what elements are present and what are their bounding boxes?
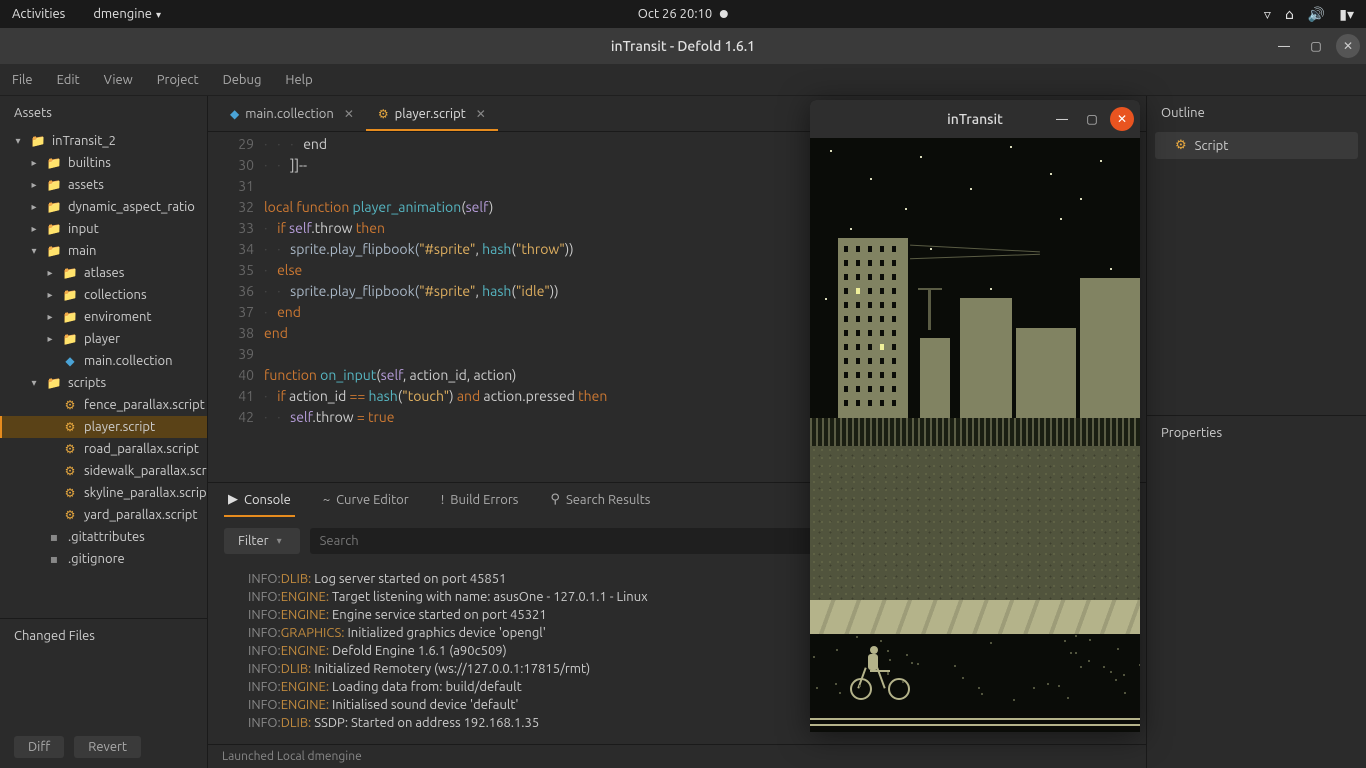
bottom-tab-build-errors[interactable]: !Build Errors — [437, 485, 523, 517]
tree-item-builtins[interactable]: ▸📁builtins — [0, 152, 207, 174]
player-cyclist-icon — [850, 642, 910, 700]
tree-item-scripts[interactable]: ▾📁scripts — [0, 372, 207, 394]
fence — [810, 418, 1140, 446]
changed-files-panel: Changed Files Diff Revert — [0, 618, 207, 768]
outline-item-label: Script — [1195, 139, 1229, 153]
assets-tree[interactable]: ▾📁inTransit_2▸📁builtins▸📁assets▸📁dynamic… — [0, 130, 207, 618]
tree-item-assets[interactable]: ▸📁assets — [0, 174, 207, 196]
tree-item-input[interactable]: ▸📁input — [0, 218, 207, 240]
tab-player-script[interactable]: ⚙player.script✕ — [366, 99, 498, 131]
outline-header: Outline — [1147, 96, 1366, 130]
wifi-icon[interactable]: ▿ — [1264, 6, 1271, 23]
tree-item-collections[interactable]: ▸📁collections — [0, 284, 207, 306]
grass — [810, 446, 1140, 600]
tree-item--gitignore[interactable]: ▪.gitignore — [0, 548, 207, 570]
activities-button[interactable]: Activities — [12, 7, 65, 21]
tree-item-sidewalk-parallax-scr[interactable]: ⚙sidewalk_parallax.scr — [0, 460, 207, 482]
game-window[interactable]: inTransit — ▢ ✕ — [810, 100, 1140, 732]
minimize-button[interactable]: — — [1272, 34, 1296, 58]
system-panel: Activities dmengine Oct 26 20:10 ▿ ⌂ 🔊 ▮… — [0, 0, 1366, 28]
tree-item-player[interactable]: ▸📁player — [0, 328, 207, 350]
menu-file[interactable]: File — [12, 73, 33, 87]
tree-item-yard-parallax-script[interactable]: ⚙yard_parallax.script — [0, 504, 207, 526]
tree-item-road-parallax-script[interactable]: ⚙road_parallax.script — [0, 438, 207, 460]
line-gutter: 2930313233343536373839404142 — [208, 132, 264, 482]
menu-project[interactable]: Project — [157, 73, 199, 87]
tree-item-player-script[interactable]: ⚙player.script — [0, 416, 207, 438]
changed-files-header: Changed Files — [14, 629, 193, 643]
tree-item-enviroment[interactable]: ▸📁enviroment — [0, 306, 207, 328]
game-minimize-button[interactable]: — — [1050, 107, 1074, 131]
window-title: inTransit - Defold 1.6.1 — [611, 38, 755, 54]
buildings — [810, 198, 1140, 418]
game-titlebar[interactable]: inTransit — ▢ ✕ — [810, 100, 1140, 138]
menubar: File Edit View Project Debug Help — [0, 64, 1366, 96]
game-close-button[interactable]: ✕ — [1110, 107, 1134, 131]
clock[interactable]: Oct 26 20:10 — [638, 7, 712, 21]
assets-header: Assets — [0, 96, 207, 130]
tree-item-skyline-parallax-scrip[interactable]: ⚙skyline_parallax.scrip — [0, 482, 207, 504]
bottom-tab-search-results[interactable]: ⚲Search Results — [546, 484, 654, 517]
road — [810, 634, 1140, 732]
menu-edit[interactable]: Edit — [57, 73, 80, 87]
tree-item-main-collection[interactable]: ◆main.collection — [0, 350, 207, 372]
bluetooth-icon[interactable]: ⌂ — [1285, 6, 1294, 23]
bottom-tab-console[interactable]: ▶Console — [224, 484, 295, 517]
tab-main-collection[interactable]: ◆main.collection✕ — [218, 99, 366, 131]
volume-icon[interactable]: 🔊 — [1308, 6, 1325, 23]
statusbar: Launched Local dmengine — [208, 744, 1146, 768]
menu-help[interactable]: Help — [285, 73, 312, 87]
revert-button[interactable]: Revert — [74, 736, 141, 758]
tree-item-atlases[interactable]: ▸📁atlases — [0, 262, 207, 284]
window-titlebar: inTransit - Defold 1.6.1 — ▢ ✕ — [0, 28, 1366, 64]
filter-button[interactable]: Filter▾ — [224, 528, 300, 554]
battery-icon[interactable]: ▮▾ — [1339, 6, 1354, 23]
maximize-button[interactable]: ▢ — [1304, 34, 1328, 58]
game-maximize-button[interactable]: ▢ — [1080, 107, 1104, 131]
menu-debug[interactable]: Debug — [223, 73, 262, 87]
assets-sidebar: Assets ▾📁inTransit_2▸📁builtins▸📁assets▸📁… — [0, 96, 208, 768]
right-panel: Outline ⚙ Script Properties — [1146, 96, 1366, 768]
game-canvas — [810, 138, 1140, 732]
tree-item--gitattributes[interactable]: ▪.gitattributes — [0, 526, 207, 548]
gear-icon: ⚙ — [1175, 138, 1187, 153]
menu-view[interactable]: View — [104, 73, 133, 87]
notification-dot-icon — [720, 10, 728, 18]
tree-item-fence-parallax-script[interactable]: ⚙fence_parallax.script — [0, 394, 207, 416]
tree-item-main[interactable]: ▾📁main — [0, 240, 207, 262]
bottom-tab-curve-editor[interactable]: ~Curve Editor — [319, 485, 413, 517]
diff-button[interactable]: Diff — [14, 736, 64, 758]
tree-item-dynamic-aspect-ratio[interactable]: ▸📁dynamic_aspect_ratio — [0, 196, 207, 218]
game-title: inTransit — [947, 111, 1003, 127]
outline-item-script[interactable]: ⚙ Script — [1155, 132, 1358, 159]
sidewalk — [810, 600, 1140, 634]
app-menu[interactable]: dmengine — [93, 7, 161, 21]
close-button[interactable]: ✕ — [1336, 34, 1360, 58]
tree-root[interactable]: ▾📁inTransit_2 — [0, 130, 207, 152]
properties-header: Properties — [1147, 415, 1366, 450]
